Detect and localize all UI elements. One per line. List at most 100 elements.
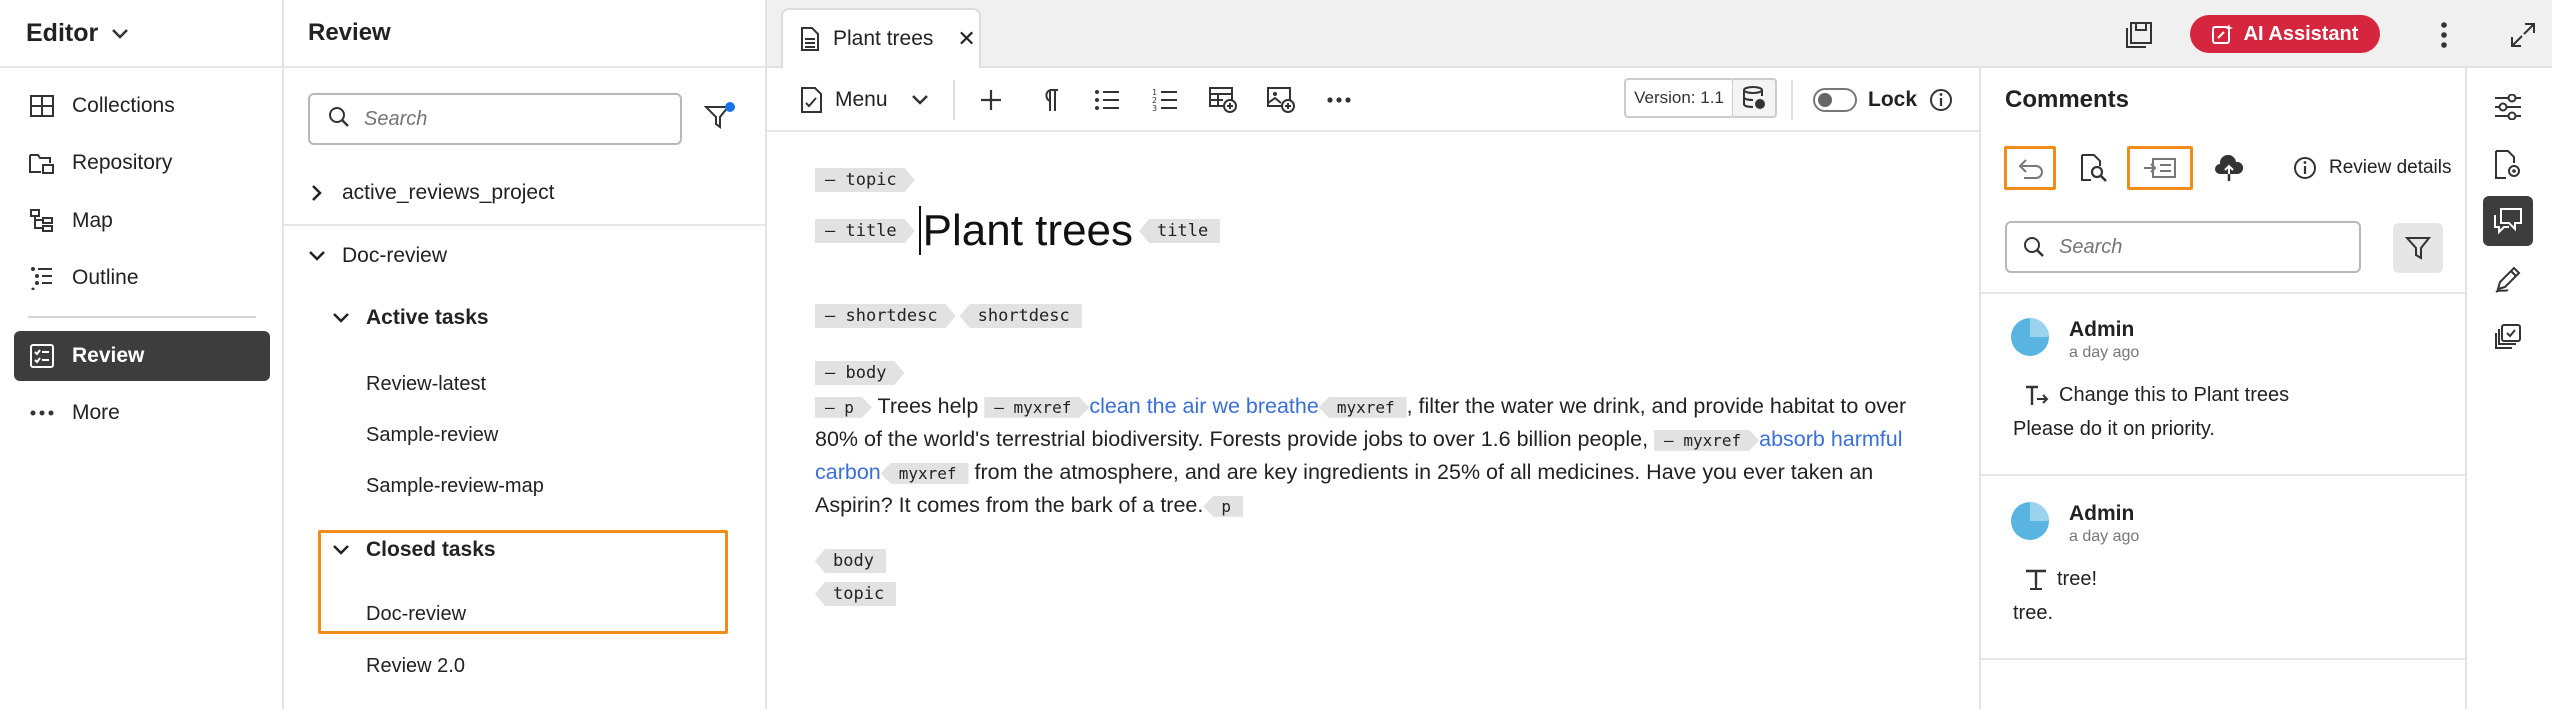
shortdesc-close-tag[interactable]: shortdesc [959,304,1082,328]
nav-item-more[interactable]: More [14,388,270,438]
insert-table-icon[interactable] [1205,82,1241,118]
right-rail [2467,68,2552,709]
review-search-input[interactable] [364,107,664,131]
properties-icon[interactable] [2483,82,2533,132]
search-document-icon[interactable] [2067,146,2119,190]
comments-divider [1981,292,2465,294]
title-open-tag[interactable]: — title [815,219,915,243]
left-navigation: Editor Collections Repository Map Outlin… [0,0,284,709]
expand-icon[interactable] [2506,18,2540,52]
xref-link-clean-air[interactable]: clean the air we breathe [1089,394,1318,418]
bulleted-list-icon[interactable] [1089,82,1125,118]
insert-image-icon[interactable] [1263,82,1299,118]
ai-assistant-icon [2211,23,2234,45]
svg-text:3: 3 [1152,104,1157,112]
filter-active-dot [725,102,735,112]
review-panel: Review active_reviews_project Doc-review… [284,0,994,709]
comments-icon[interactable] [2483,196,2533,246]
tree-item-doc-review-folder[interactable]: Doc-review [306,244,447,268]
filter-icon [2405,235,2431,261]
nav-label-map: Map [72,209,113,232]
paragraph[interactable]: — p Trees help — myxref clean the air we … [815,390,1955,522]
editor-title: Editor [26,18,99,47]
numbered-list-icon[interactable]: 123 [1147,82,1183,118]
myxref-close-tag[interactable]: myxref [880,462,969,484]
tree-group-closed-tasks[interactable]: Closed tasks [330,538,496,562]
nav-item-outline[interactable]: Outline [14,253,270,303]
editor-switcher[interactable]: Editor [0,0,282,68]
comments-filter-button[interactable] [2393,223,2443,273]
review-search[interactable] [308,93,682,145]
comment-text: tree. [2013,602,2054,624]
review-filter-button[interactable] [697,98,739,140]
more-options-icon[interactable] [1321,82,1357,118]
comment-item[interactable]: Admin a day ago tree! tree. [2011,502,2451,652]
menu-button[interactable]: Menu [801,82,941,118]
title-row: — title Plant trees title [815,206,1221,256]
nav-label-more: More [72,401,120,424]
title-close-tag[interactable]: title [1139,219,1221,243]
close-icon[interactable]: ✕ [957,26,975,52]
topic-open-row: — topic [815,168,915,192]
add-icon[interactable] [973,82,1009,118]
nav-divider [28,316,256,318]
save-icon[interactable] [2122,18,2156,52]
p-close-tag[interactable]: p [1203,495,1243,517]
tree-item-project[interactable]: active_reviews_project [306,181,554,205]
nav-item-review[interactable]: Review [14,331,270,381]
toolbar-divider [953,80,955,120]
review-icon [28,342,56,370]
replace-text-icon [2025,385,2049,407]
undo-icon[interactable] [2004,146,2056,190]
ai-assistant-label: AI Assistant [2243,22,2359,45]
body-open-tag[interactable]: — body [815,361,904,385]
ai-assistant-button[interactable]: AI Assistant [2190,15,2380,53]
comments-search-input[interactable] [2059,235,2349,259]
topic-open-tag[interactable]: — topic [815,168,915,192]
p-open-tag[interactable]: — p [815,397,872,418]
nav-item-collections[interactable]: Collections [14,81,270,131]
comment-action-text: tree! [2057,568,2098,590]
lock-toggle[interactable] [1813,88,1857,112]
menu-label: Menu [835,88,888,111]
edit-icon[interactable] [2483,254,2533,304]
nav-item-map[interactable]: Map [14,196,270,246]
cloud-upload-icon[interactable] [2203,146,2255,190]
toggle-knob [1818,93,1832,107]
file-settings-icon[interactable] [2483,140,2533,190]
insert-text-icon [2025,569,2047,591]
comment-item[interactable]: Admin a day ago Change this to Plant tre… [2011,318,2451,468]
myxref-close-tag[interactable]: myxref [1318,396,1407,418]
more-vertical-icon[interactable] [2427,18,2461,52]
insert-comment-icon[interactable] [2127,146,2193,190]
chevron-down-icon [306,251,328,261]
document-icon [801,27,819,51]
document-canvas[interactable]: — topic — title Plant trees title — shortd… [767,132,1979,709]
myxref-open-tag[interactable]: — myxref [984,397,1089,418]
topic-close-tag[interactable]: topic [815,582,897,606]
paragraph-icon[interactable] [1031,82,1067,118]
comments-divider [1981,474,2465,476]
tab-plant-trees[interactable]: Plant trees ✕ [781,8,981,68]
shortdesc-open-tag[interactable]: — shortdesc [815,304,956,328]
document-edit-icon [801,87,823,113]
nav-label-outline: Outline [72,266,139,289]
document-title[interactable]: Plant trees [918,206,1134,255]
chevron-down-icon [330,313,352,323]
myxref-open-tag[interactable]: — myxref [1654,430,1759,451]
comment-author: Admin [2069,318,2135,341]
review-details-button[interactable]: Review details [2293,156,2452,180]
version-history-button[interactable] [1733,78,1777,118]
database-icon [1742,86,1766,110]
comment-author: Admin [2069,502,2135,525]
versions-icon[interactable] [2483,312,2533,362]
chevron-right-icon [306,185,328,201]
tree-group-active-tasks[interactable]: Active tasks [330,306,489,330]
comment-action: tree! [2025,568,2097,591]
tree-label-closed-tasks: Closed tasks [366,538,496,561]
nav-item-repository[interactable]: Repository [14,138,270,188]
info-icon[interactable] [1929,88,1953,117]
body-close-tag[interactable]: body [815,549,886,573]
comments-search[interactable] [2005,221,2361,273]
tree-label-project: active_reviews_project [342,181,555,204]
